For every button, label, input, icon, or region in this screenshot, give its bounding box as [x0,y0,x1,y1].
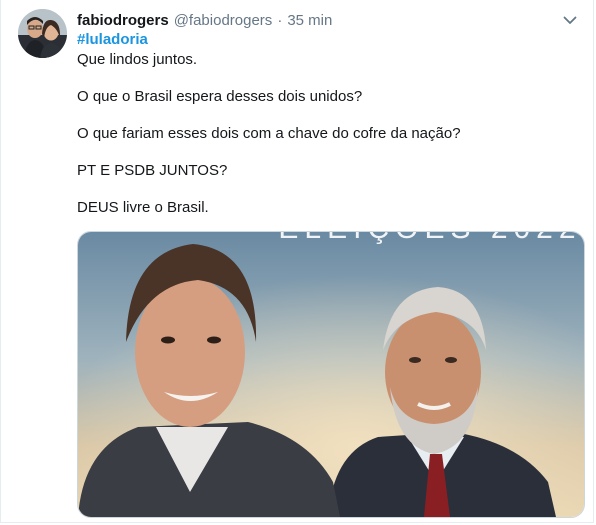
hashtag-link[interactable]: #luladoria [77,30,579,50]
user-handle[interactable]: @fabiodrogers [174,12,273,29]
separator-dot: · [277,11,283,29]
tweet-line: O que o Brasil espera desses dois unidos… [77,88,363,105]
avatar[interactable] [18,9,67,58]
tweet-line: DEUS livre o Brasil. [77,199,209,216]
timestamp[interactable]: 35 min [287,12,332,29]
tweet-header: fabiodrogers @fabiodrogers · 35 min [77,10,579,30]
tweet-card[interactable]: fabiodrogers @fabiodrogers · 35 min #lul… [0,0,594,523]
tweet-text: #luladoria Que lindos juntos. O que o Br… [77,30,579,218]
media-overlay-text: ELEIÇÕES 2022 [278,232,581,245]
tweet-line: O que fariam esses dois com a chave do c… [77,125,461,142]
tweet-image[interactable]: ELEIÇÕES 2022 [77,231,585,518]
tweet-line: Que lindos juntos. [77,51,198,68]
chevron-down-icon[interactable] [561,11,579,29]
tweet-line: PT E PSDB JUNTOS? [77,162,228,179]
display-name[interactable]: fabiodrogers [77,12,169,29]
